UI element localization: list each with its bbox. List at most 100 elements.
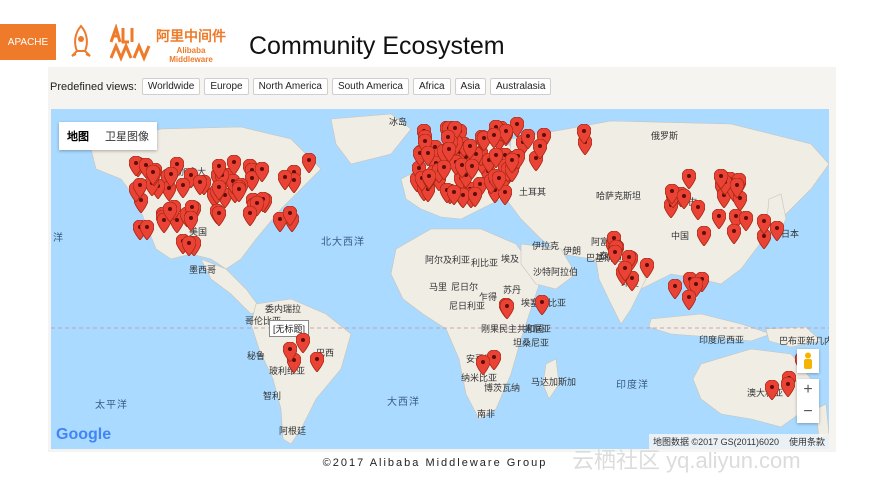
map-marker-pin[interactable] — [282, 341, 298, 363]
label-peru: 秘鲁 — [247, 351, 266, 361]
view-button-worldwide[interactable]: Worldwide — [141, 78, 201, 95]
map-marker-pin[interactable] — [181, 235, 197, 257]
map-marker-pin[interactable] — [729, 177, 744, 199]
map-marker-pin[interactable] — [617, 260, 633, 282]
map-marker-pin[interactable] — [756, 213, 772, 235]
apache-logo-text: APACHE — [7, 36, 49, 48]
map-marker-pin[interactable] — [145, 164, 161, 186]
map-marker-pin[interactable] — [780, 376, 796, 398]
page-title: Community Ecosystem — [249, 32, 505, 60]
predefined-views-bar: Predefined views: Worldwide Europe North… — [50, 78, 555, 95]
map-marker-pin[interactable] — [242, 205, 258, 227]
map-marker-pin[interactable] — [534, 294, 550, 316]
view-button-north-america[interactable]: North America — [252, 78, 328, 95]
label-iraq: 伊拉克 — [532, 241, 560, 251]
map-marker-pin[interactable] — [486, 127, 502, 149]
label-indonesia: 印度尼西亚 — [699, 335, 745, 345]
map-marker-pin[interactable] — [764, 380, 780, 402]
map-marker-pin[interactable] — [421, 168, 437, 190]
view-button-africa[interactable]: Africa — [412, 78, 451, 95]
map-marker-pin[interactable] — [714, 168, 729, 190]
map-marker-pin[interactable] — [282, 205, 298, 227]
zoom-out-button[interactable]: − — [797, 401, 819, 423]
map-marker-pin[interactable] — [500, 298, 515, 320]
map-marker-pin[interactable] — [231, 181, 247, 203]
map-marker-pin[interactable] — [192, 175, 207, 197]
map-marker-pin[interactable] — [132, 177, 147, 199]
label-saudi: 沙特阿拉伯 — [533, 267, 579, 277]
alibaba-cn-text: 阿里中间件 — [156, 28, 226, 44]
label-south-atlantic: 大西洋 — [387, 397, 420, 408]
watermark: 云栖社区 yq.aliyun.com — [572, 448, 801, 473]
map-marker-pin[interactable] — [139, 220, 155, 242]
map-marker-pin[interactable] — [475, 354, 491, 376]
map-marker-pin[interactable] — [696, 225, 712, 247]
view-button-asia[interactable]: Asia — [454, 78, 486, 95]
map-marker-pin[interactable] — [532, 138, 548, 160]
label-kazakhstan: 哈萨克斯坦 — [596, 191, 642, 201]
map-type-satellite-button[interactable]: 卫星图像 — [97, 122, 157, 150]
label-argentina: 阿根廷 — [279, 426, 307, 436]
label-papua: 巴布亚新几内亚 — [779, 336, 829, 346]
label-madagascar: 马达加斯加 — [531, 377, 577, 387]
view-button-south-america[interactable]: South America — [331, 78, 409, 95]
label-libya: 利比亚 — [471, 258, 499, 268]
label-iceland: 冰岛 — [389, 117, 408, 127]
map-marker-pin[interactable] — [301, 152, 317, 174]
map-marker-pin[interactable] — [295, 332, 311, 354]
map-marker-pin[interactable] — [677, 188, 692, 210]
map-marker-pin[interactable] — [639, 257, 655, 279]
zoom-control: + − — [797, 379, 819, 423]
map-marker-pin[interactable] — [462, 138, 478, 160]
map-marker-pin[interactable] — [211, 159, 226, 181]
map-marker-pin[interactable] — [467, 186, 483, 208]
street-view-pegman-icon[interactable] — [797, 349, 819, 373]
label-nigeria: 尼日利亚 — [449, 301, 486, 311]
map-marker-pin[interactable] — [212, 205, 227, 227]
map-type-map-button[interactable]: 地图 — [59, 122, 97, 150]
label-china: 中国 — [671, 231, 690, 241]
map-marker-pin[interactable] — [576, 123, 592, 145]
map-marker-pin[interactable] — [183, 210, 199, 232]
label-left-edge-ocean: 洋 — [53, 233, 64, 244]
map-marker-pin[interactable] — [211, 179, 226, 201]
label-algeria: 阿尔及利亚 — [425, 255, 471, 265]
map-marker-pin[interactable] — [441, 142, 457, 164]
label-sudan: 苏丹 — [503, 285, 522, 295]
rocket-logo — [71, 24, 91, 57]
label-niger: 尼日尔 — [451, 282, 479, 292]
map-marker-pin[interactable] — [711, 208, 726, 230]
map-marker-pin[interactable] — [175, 177, 191, 199]
label-mexico: 墨西哥 — [189, 265, 217, 275]
label-botswana: 博茨瓦纳 — [484, 383, 521, 393]
map-marker-pin[interactable] — [491, 170, 507, 192]
label-south-africa: 南非 — [477, 409, 496, 419]
view-button-europe[interactable]: Europe — [204, 78, 249, 95]
map-marker-pin[interactable] — [769, 221, 785, 243]
map-marker-pin[interactable] — [436, 159, 452, 181]
map-marker-pin[interactable] — [446, 184, 462, 206]
map-marker-pin[interactable] — [504, 152, 520, 174]
map-marker-pin[interactable] — [226, 155, 242, 177]
label-japan: 日本 — [781, 229, 800, 239]
world-map[interactable]: 地图 卫星图像 冰岛 加拿大 美国 墨西哥 委内瑞拉 哥伦比亚 秘鲁 玻利维亚 … — [51, 109, 829, 449]
map-marker-pin[interactable] — [278, 169, 293, 191]
label-iran: 伊朗 — [563, 246, 582, 256]
map-marker-pin[interactable] — [309, 351, 325, 373]
map-marker-pin[interactable] — [681, 168, 697, 190]
zoom-in-button[interactable]: + — [797, 379, 819, 401]
map-marker-pin[interactable] — [682, 289, 697, 311]
map-marker-pin[interactable] — [255, 161, 270, 183]
map-marker-pin[interactable] — [738, 211, 754, 233]
map-marker-pin[interactable] — [162, 201, 178, 223]
alibaba-middleware-logo: 阿里中间件 Alibaba Middleware — [156, 26, 226, 64]
map-marker-pin[interactable] — [464, 158, 480, 180]
view-button-australasia[interactable]: Australasia — [490, 78, 552, 95]
label-chile: 智利 — [263, 391, 282, 401]
apache-logo: APACHE — [0, 24, 56, 60]
predefined-views-label: Predefined views: — [50, 80, 137, 93]
map-marker-pin[interactable] — [420, 145, 436, 167]
map-marker-pin[interactable] — [690, 199, 706, 221]
map-marker-pin[interactable] — [667, 278, 683, 300]
label-turkey: 土耳其 — [519, 187, 547, 197]
